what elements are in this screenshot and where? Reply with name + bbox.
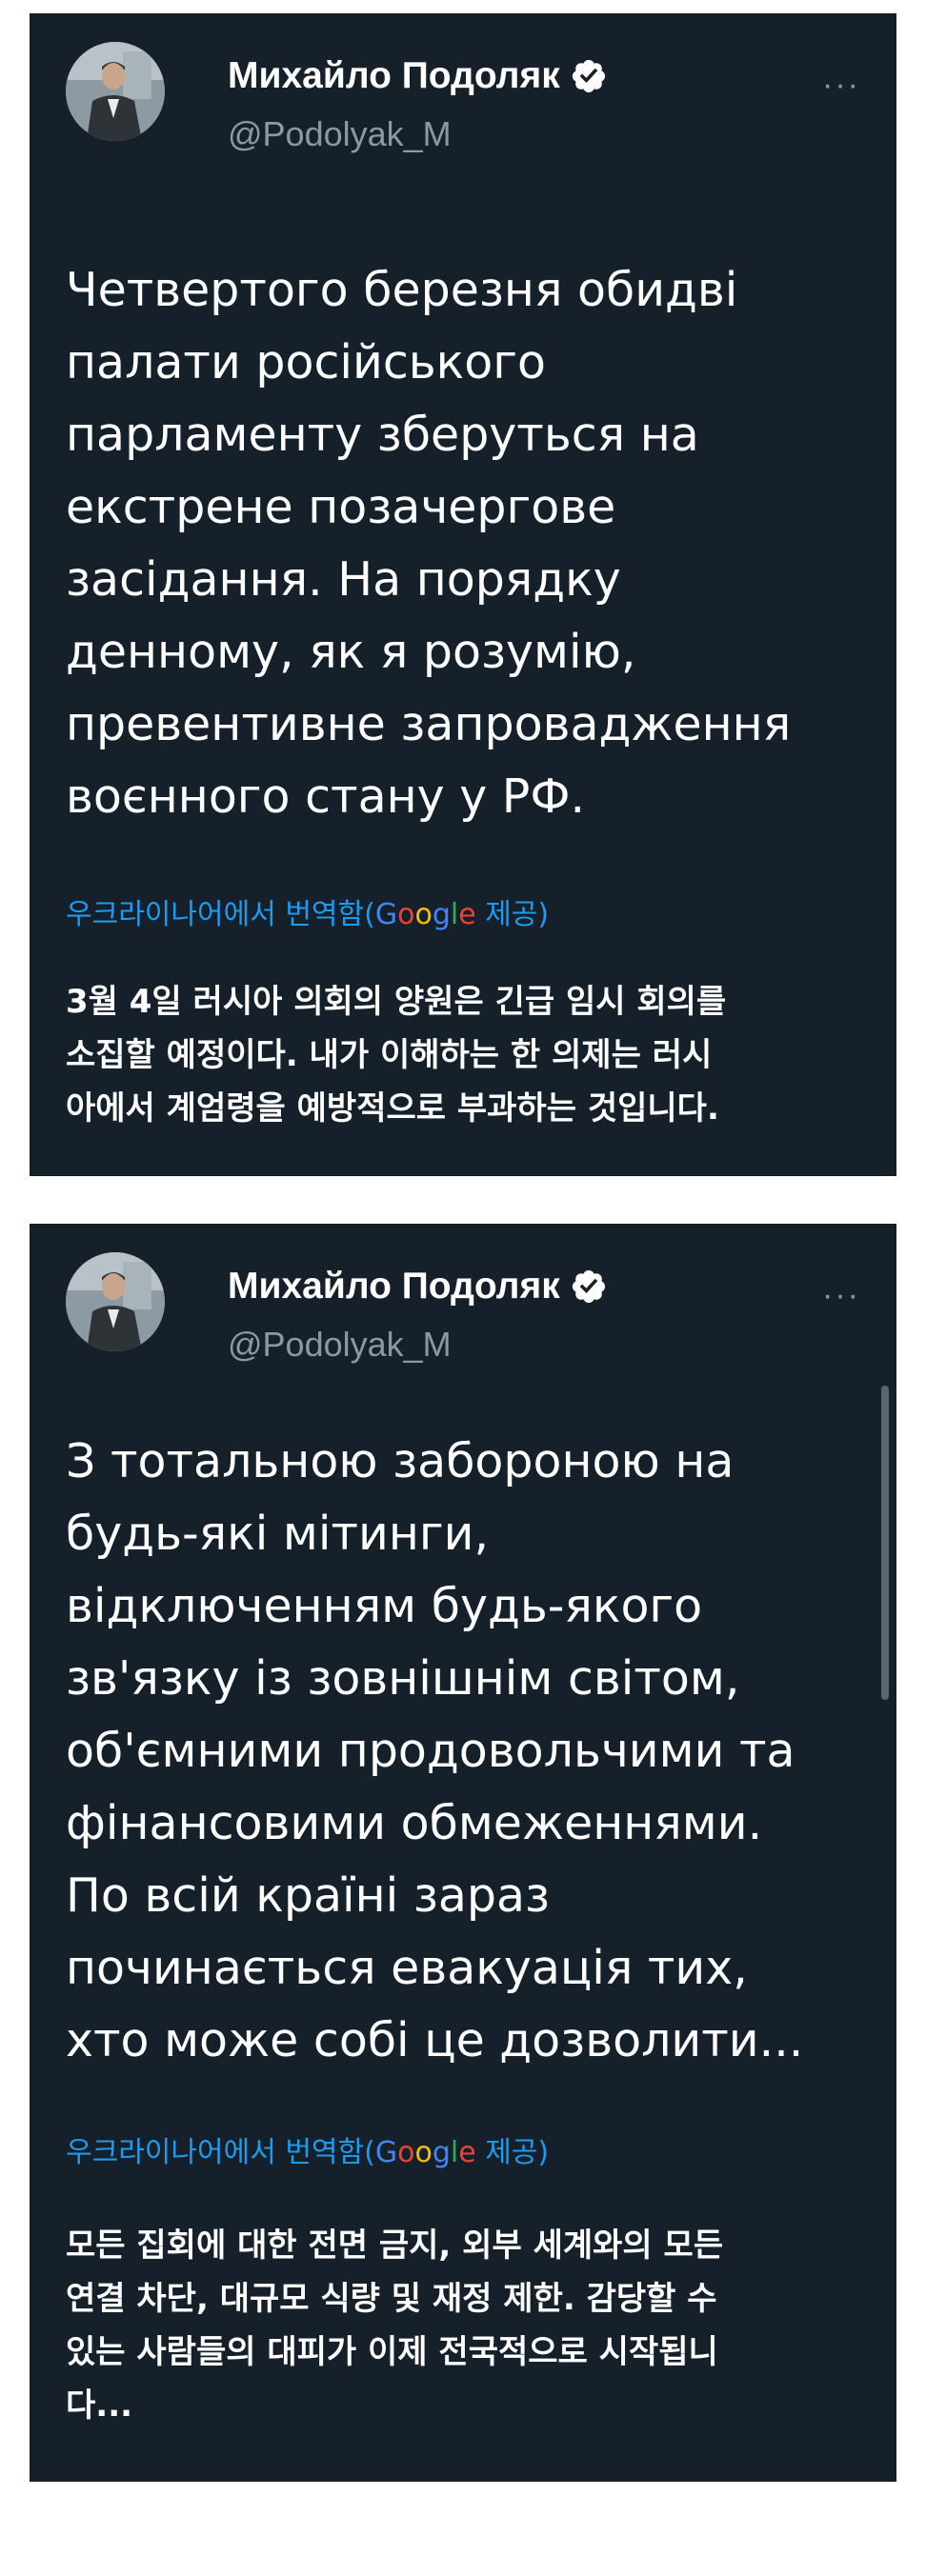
translated-text-line: 아에서 계엄령을 예방적으로 부과하는 것입니다.: [66, 1089, 719, 1128]
translated-text-line: 모든 집회에 대한 전면 금지, 외부 세계와의 모든: [66, 2227, 724, 2265]
translation-attribution-prefix: 우크라이나어에서 번역함(: [66, 2136, 375, 2169]
author-name[interactable]: Михайло Подоляк: [228, 1266, 560, 1308]
translation-attribution-link[interactable]: 우크라이나어에서 번역함(Google 제공): [66, 890, 549, 932]
tweet-text-line: По всій країні зараз: [66, 1868, 551, 1923]
translated-text-line: 있는 사람들의 대피가 이제 전국적으로 시작됩니: [66, 2333, 718, 2371]
translated-text-line: 소집할 예정이다. 내가 이해하는 한 의제는 러시: [66, 1036, 713, 1074]
translation-attribution-prefix: 우크라이나어에서 번역함(: [66, 898, 375, 931]
author-row: Михайло Подоляк: [228, 55, 608, 97]
author-handle[interactable]: @Podolyak_M: [228, 114, 452, 154]
verified-badge-icon: [572, 59, 605, 93]
author-name[interactable]: Михайло Подоляк: [228, 55, 560, 97]
tweet-text-line: будь-які мітинги,: [66, 1507, 490, 1561]
tweet-text-line: палати російського: [66, 335, 546, 389]
tweet-text-line: об'ємними продовольчими та: [66, 1724, 795, 1778]
avatar-image: [66, 1252, 165, 1351]
avatar[interactable]: [66, 1252, 165, 1351]
translation-attribution-suffix: 제공): [475, 2136, 550, 2169]
translated-text-line: 다...: [66, 2386, 133, 2425]
tweet-text: З тотальною забороною на будь-які мітинг…: [66, 1426, 876, 2077]
more-options-icon[interactable]: ···: [822, 1277, 860, 1314]
tweet-text-line: зв'язку із зовнішнім світом,: [66, 1651, 740, 1706]
author-handle[interactable]: @Podolyak_M: [228, 1325, 452, 1365]
google-logo: Google: [374, 898, 476, 931]
tweet-text-line: хто може собі це дозволити...: [66, 2013, 804, 2067]
translation-attribution-link[interactable]: 우크라이나어에서 번역함(Google 제공): [66, 2128, 549, 2170]
avatar[interactable]: [66, 42, 165, 141]
tweet-text-line: починається евакуація тих,: [66, 1941, 748, 1995]
tweet-text-line: парламенту зберуться на: [66, 408, 699, 462]
tweet-text-line: Четвертого березня обидві: [66, 263, 738, 317]
translated-text: 모든 집회에 대한 전면 금지, 외부 세계와의 모든 연결 차단, 대규모 식…: [66, 2219, 876, 2432]
tweet-text-line: денному, як я розумію,: [66, 625, 636, 679]
translation-attribution-suffix: 제공): [475, 898, 550, 931]
tweet-card: Михайло Подоляк @Podolyak_M ··· З тоталь…: [30, 1224, 896, 2482]
avatar-image: [66, 42, 165, 141]
tweet-text-line: превентивне запровадження: [66, 697, 792, 751]
translated-text-line: 3월 4일 러시아 의회의 양원은 긴급 임시 회의를: [66, 983, 727, 1021]
translated-text-line: 연결 차단, 대규모 식량 및 재정 제한. 감당할 수: [66, 2280, 717, 2318]
tweet-text: Четвертого березня обидві палати російсь…: [66, 254, 876, 833]
verified-badge-icon: [572, 1269, 605, 1304]
tweet-text-line: екстрене позачергове: [66, 480, 616, 534]
scrollbar[interactable]: [881, 1386, 889, 1700]
tweet-card: Михайло Подоляк @Podolyak_M ··· Четверто…: [30, 13, 896, 1176]
more-options-icon[interactable]: ···: [822, 67, 860, 104]
tweet-text-line: фінансовими обмеженнями.: [66, 1796, 763, 1850]
tweet-text-line: відключенням будь-якого: [66, 1579, 703, 1633]
tweet-text-line: засідання. На порядку: [66, 552, 621, 607]
tweet-text-line: воєнного стану у РФ.: [66, 769, 586, 824]
tweet-text-line: З тотальною забороною на: [66, 1434, 735, 1488]
author-row: Михайло Подоляк: [228, 1266, 608, 1308]
google-logo: Google: [374, 2136, 476, 2169]
translated-text: 3월 4일 러시아 의회의 양원은 긴급 임시 회의를 소집할 예정이다. 내가…: [66, 975, 876, 1135]
